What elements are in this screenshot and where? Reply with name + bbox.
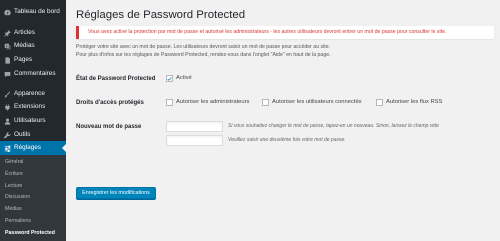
intro-text-line2: Pour plus d'infos sur les réglages de Pa… (76, 52, 331, 58)
submenu-item-reading[interactable]: Lecture (5, 183, 22, 189)
sidebar-item-label: Extensions (14, 102, 46, 110)
sidebar-item-tools[interactable]: Outils (0, 129, 66, 141)
allow-admins-label: Autoriser les administrateurs (176, 99, 250, 105)
pin-icon (4, 29, 11, 37)
intro-text-line1: Protéger votre site avec un mot de passe… (76, 44, 331, 50)
sidebar-item-label: Commentaires (14, 69, 56, 77)
sidebar-item-dashboard[interactable]: Tableau de bord (0, 6, 66, 18)
new-password-label: Nouveau mot de passe (76, 124, 142, 130)
submenu-item-permalinks[interactable]: Permaliens (5, 218, 31, 224)
admin-sidebar: Tableau de bord Articles Médias Pages Co… (0, 0, 66, 241)
access-rights-label: Droits d'accès protégés (76, 100, 144, 106)
new-password-hint: Si vous souhaitez changer le mot de pass… (228, 123, 439, 129)
save-changes-button[interactable]: Enregistrer les modifications (76, 187, 156, 199)
settings-submenu: Général Écriture Lecture Discussion Médi… (0, 155, 66, 241)
sidebar-item-pages[interactable]: Pages (0, 54, 66, 66)
users-icon (4, 118, 11, 125)
confirm-password-hint: Veuillez saisir une deuxième fois votre … (228, 137, 346, 143)
submenu-item-discussion[interactable]: Discussion (5, 194, 30, 200)
sidebar-item-settings[interactable]: Réglages (0, 141, 66, 155)
sidebar-item-label: Articles (14, 28, 35, 36)
confirm-password-input[interactable] (166, 135, 223, 146)
checkmark-icon (167, 76, 172, 81)
submenu-item-media[interactable]: Médias (5, 206, 22, 212)
sidebar-item-users[interactable]: Utilisateurs (0, 115, 66, 127)
sidebar-item-label: Réglages (14, 143, 42, 151)
media-icon (4, 43, 11, 50)
allow-rss-label: Autoriser les flux RSS (386, 99, 443, 105)
page-icon (4, 56, 11, 64)
page-title: Réglages de Password Protected (76, 9, 246, 21)
submenu-item-general[interactable]: Général (5, 159, 23, 165)
dashboard-icon (4, 9, 11, 16)
sidebar-item-label: Tableau de bord (14, 7, 60, 15)
submenu-item-writing[interactable]: Écriture (5, 171, 23, 177)
sidebar-item-extensions[interactable]: Extensions (0, 101, 66, 113)
sidebar-item-media[interactable]: Médias (0, 40, 66, 52)
sidebar-item-label: Médias (14, 41, 35, 49)
allow-logged-in-users-checkbox[interactable] (262, 99, 269, 106)
allow-rss-checkbox[interactable] (376, 99, 383, 106)
error-notice: Vous avez activé la protection par mot d… (76, 26, 494, 39)
sidebar-item-label: Pages (14, 55, 33, 63)
submenu-item-password-protected[interactable]: Password Protected (5, 230, 55, 236)
sidebar-item-articles[interactable]: Articles (0, 27, 66, 39)
sidebar-item-label: Outils (14, 130, 31, 138)
enabled-checkbox[interactable] (166, 75, 173, 82)
wrench-icon (4, 131, 11, 139)
sidebar-item-label: Utilisateurs (14, 116, 46, 124)
allow-admins-checkbox[interactable] (166, 99, 173, 106)
notice-text: Vous avez activé la protection par mot d… (88, 28, 447, 35)
sidebar-item-comments[interactable]: Commentaires (0, 68, 66, 80)
settings-icon (4, 144, 11, 152)
new-password-input[interactable] (166, 121, 223, 132)
paintbrush-icon (4, 90, 11, 98)
current-menu-arrow (62, 144, 66, 152)
allow-logged-in-users-label: Autoriser les utilisateurs connectés (272, 99, 362, 105)
comment-icon (4, 71, 11, 78)
status-label: État de Password Protected (76, 76, 156, 82)
sidebar-item-appearance[interactable]: Apparence (0, 88, 66, 100)
enabled-checkbox-label: Activé (176, 75, 192, 81)
sidebar-item-label: Apparence (14, 89, 45, 97)
plugin-icon (4, 103, 11, 111)
